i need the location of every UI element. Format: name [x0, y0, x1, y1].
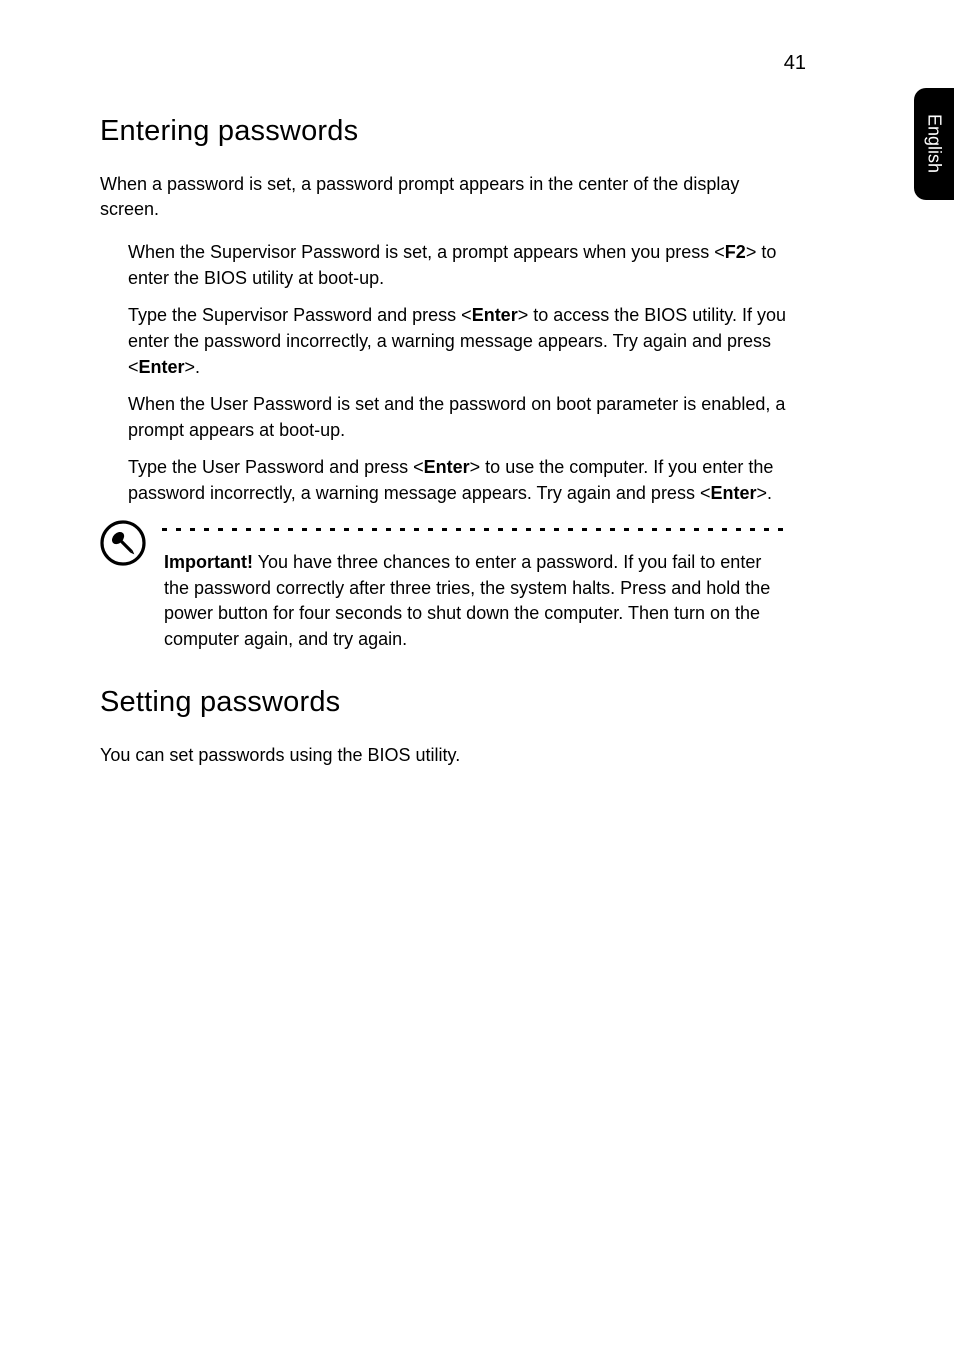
bullet-text: >. — [185, 357, 201, 377]
language-tab: English — [914, 88, 954, 200]
pin-icon — [100, 520, 146, 566]
page-content: Entering passwords When a password is se… — [100, 115, 790, 787]
bullet-item: Type the User Password and press <Enter>… — [128, 455, 790, 506]
section-heading-entering: Entering passwords — [100, 115, 790, 148]
bullet-text: >. — [756, 483, 772, 503]
bullet-text: When the Supervisor Password is set, a p… — [128, 242, 725, 262]
important-note: Important! You have three chances to ent… — [100, 518, 790, 652]
section-setting: Setting passwords You can set passwords … — [100, 686, 790, 768]
bullet-item: When the Supervisor Password is set, a p… — [128, 240, 790, 291]
key-label: Enter — [139, 357, 185, 377]
note-content: Important! You have three chances to ent… — [162, 518, 790, 652]
key-label: Enter — [424, 457, 470, 477]
bullet-list: When the Supervisor Password is set, a p… — [100, 240, 790, 506]
language-tab-label: English — [924, 114, 945, 173]
note-label: Important! — [164, 552, 253, 572]
bullet-text: Type the User Password and press < — [128, 457, 424, 477]
key-label: F2 — [725, 242, 746, 262]
bullet-text: Type the Supervisor Password and press < — [128, 305, 472, 325]
note-text: Important! You have three chances to ent… — [162, 550, 790, 652]
key-label: Enter — [710, 483, 756, 503]
bullet-text: When the User Password is set and the pa… — [128, 394, 785, 440]
page-number: 41 — [784, 52, 806, 75]
key-label: Enter — [472, 305, 518, 325]
section-heading-setting: Setting passwords — [100, 686, 790, 719]
note-body: You have three chances to enter a passwo… — [164, 552, 770, 649]
section2-intro: You can set passwords using the BIOS uti… — [100, 743, 790, 768]
section1-intro: When a password is set, a password promp… — [100, 172, 790, 222]
bullet-item: When the User Password is set and the pa… — [128, 392, 790, 443]
bullet-item: Type the Supervisor Password and press <… — [128, 303, 790, 380]
dotted-divider — [162, 524, 790, 534]
